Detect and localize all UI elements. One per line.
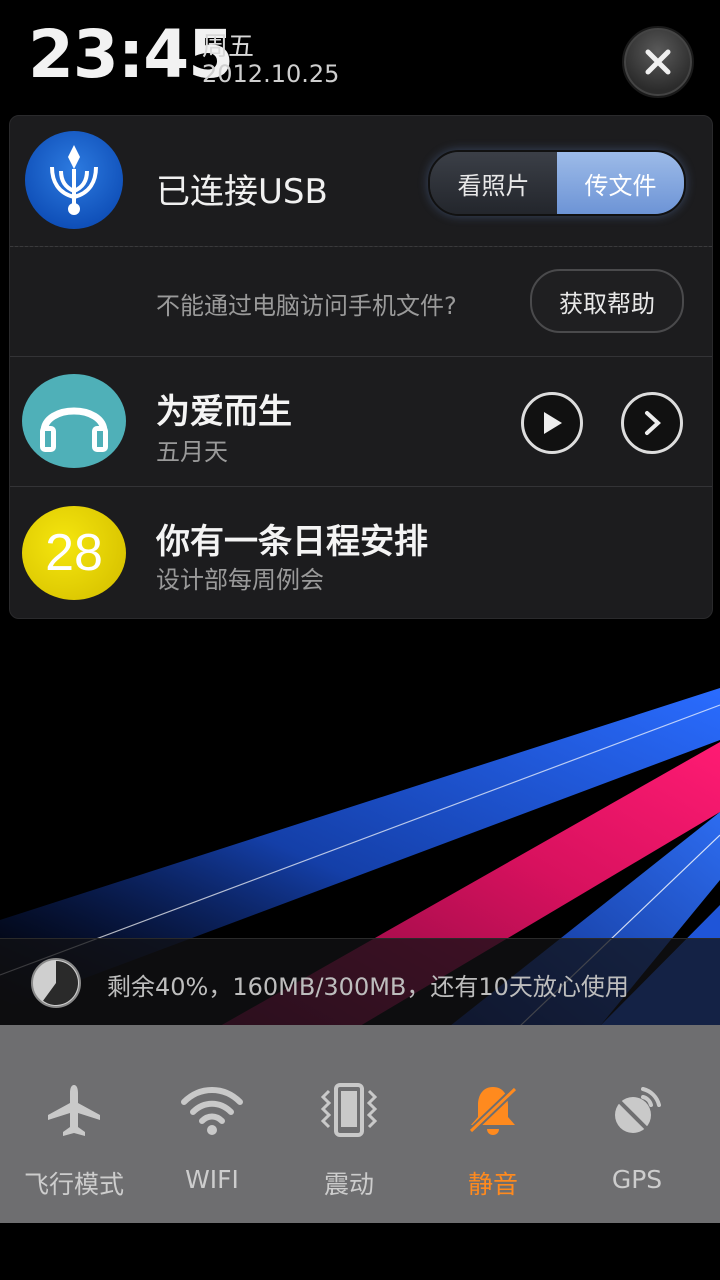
chevron-right-icon <box>645 411 661 435</box>
toggle-label: 飞行模式 <box>23 1170 124 1199</box>
date: 2012.10.25 <box>202 60 340 88</box>
close-icon <box>645 49 671 75</box>
calendar-day-badge: 28 <box>22 506 126 600</box>
wifi-icon <box>180 1083 244 1137</box>
transfer-files-option[interactable]: 传文件 <box>557 152 684 214</box>
quick-settings-toggles: 飞行模式 WIFI 震动 静音 GPS <box>0 1025 720 1223</box>
play-button[interactable] <box>521 392 583 454</box>
song-title: 为爱而生 <box>156 392 292 432</box>
gps-icon <box>609 1083 665 1137</box>
bottom-spacer <box>0 1223 720 1280</box>
toggle-airplane-mode[interactable]: 飞行模式 <box>2 1025 146 1223</box>
usb-icon <box>25 131 123 229</box>
event-subtitle: 设计部每周例会 <box>156 566 324 594</box>
notification-panel: 已连接USB 看照片 传文件 不能通过电脑访问手机文件? 获取帮助 为爱而生 五… <box>9 115 713 619</box>
data-usage-text: 剩余40%，160MB/300MB，还有10天放心使用 <box>107 973 629 1001</box>
headphones-icon <box>22 374 126 468</box>
toggle-label: 静音 <box>467 1170 518 1199</box>
data-usage-pie-icon <box>31 958 81 1008</box>
usb-mode-switch: 看照片 传文件 <box>428 150 686 216</box>
toggle-wifi[interactable]: WIFI <box>140 1025 284 1223</box>
get-help-button[interactable]: 获取帮助 <box>530 269 684 333</box>
view-photos-option[interactable]: 看照片 <box>430 152 557 214</box>
toggle-mute[interactable]: 静音 <box>421 1025 565 1223</box>
data-usage-bar[interactable]: 剩余40%，160MB/300MB，还有10天放心使用 <box>0 938 720 1027</box>
toggle-vibrate[interactable]: 震动 <box>277 1025 421 1223</box>
play-icon <box>544 412 562 434</box>
toggle-label: 震动 <box>323 1170 374 1199</box>
mute-bell-icon <box>465 1083 521 1137</box>
toggle-gps[interactable]: GPS <box>565 1025 709 1223</box>
toggle-label: GPS <box>611 1165 663 1194</box>
next-button[interactable] <box>621 392 683 454</box>
event-title: 你有一条日程安排 <box>156 522 428 562</box>
weekday: 周五 <box>202 32 255 62</box>
airplane-icon <box>46 1083 102 1137</box>
toggle-label: WIFI <box>185 1165 239 1194</box>
vibrate-icon <box>319 1083 379 1137</box>
usb-connected-title: 已连接USB <box>156 172 328 212</box>
close-button[interactable] <box>622 26 694 98</box>
song-artist: 五月天 <box>156 438 228 466</box>
usb-help-text: 不能通过电脑访问手机文件? <box>156 292 457 320</box>
